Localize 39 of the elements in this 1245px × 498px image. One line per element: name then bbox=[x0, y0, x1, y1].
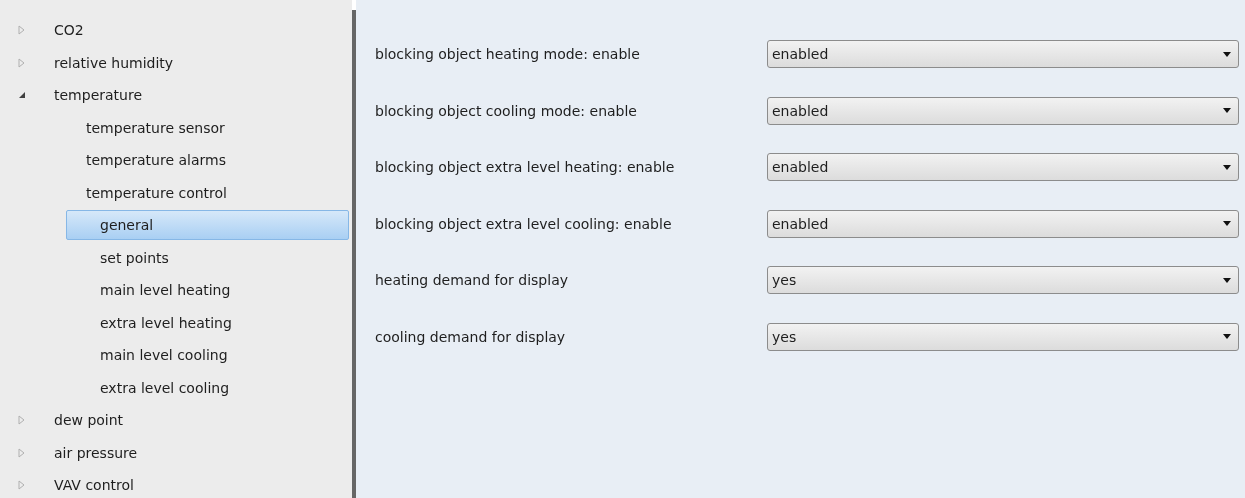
expand-arrow-icon[interactable] bbox=[18, 480, 25, 491]
tree-item[interactable]: temperature sensor bbox=[85, 112, 226, 143]
caret-icon bbox=[1223, 108, 1231, 114]
expand-arrow-icon[interactable] bbox=[18, 447, 25, 458]
dropdown[interactable]: enabled bbox=[767, 209, 1239, 238]
caret-icon bbox=[1223, 51, 1231, 57]
tree-item[interactable]: relative humidity bbox=[53, 47, 175, 78]
caret-icon bbox=[1223, 221, 1231, 227]
dropdown[interactable]: yes bbox=[767, 322, 1239, 351]
setting-label: cooling demand for display bbox=[375, 328, 567, 345]
dropdown[interactable]: yes bbox=[767, 266, 1239, 295]
dropdown[interactable]: enabled bbox=[767, 96, 1239, 125]
setting-label: heating demand for display bbox=[375, 272, 569, 289]
tree-item[interactable]: set points bbox=[66, 242, 349, 273]
dropdown[interactable]: enabled bbox=[767, 40, 1239, 69]
setting-label: blocking object extra level cooling: enable bbox=[375, 215, 673, 232]
caret-icon bbox=[1223, 164, 1231, 170]
tree-item[interactable]: extra level heating bbox=[66, 307, 349, 338]
dropdown[interactable]: enabled bbox=[767, 153, 1239, 182]
expand-arrow-icon[interactable] bbox=[18, 25, 25, 36]
setting-label: blocking object extra level heating: enable bbox=[375, 159, 676, 176]
tree-item[interactable]: temperature alarms bbox=[85, 145, 227, 176]
setting-label: blocking object heating mode: enable bbox=[375, 46, 641, 63]
tree-item[interactable]: air pressure bbox=[53, 437, 139, 468]
tree-item[interactable]: dew point bbox=[53, 405, 125, 436]
tree-item[interactable]: extra level cooling bbox=[66, 372, 349, 403]
tree-item[interactable]: temperature bbox=[53, 80, 143, 111]
expand-arrow-icon[interactable] bbox=[18, 415, 25, 426]
tree-item[interactable]: CO2 bbox=[53, 15, 85, 46]
setting-label: blocking object cooling mode: enable bbox=[375, 102, 638, 119]
tree-item[interactable]: general bbox=[66, 210, 349, 241]
tree-item[interactable]: main level heating bbox=[66, 275, 349, 306]
tree-item[interactable]: temperature control bbox=[85, 177, 228, 208]
tree-item[interactable]: main level cooling bbox=[66, 340, 349, 371]
collapse-arrow-icon[interactable] bbox=[18, 91, 26, 100]
caret-icon bbox=[1223, 334, 1231, 340]
caret-icon bbox=[1223, 277, 1231, 283]
tree-item[interactable]: VAV control bbox=[53, 470, 135, 498]
expand-arrow-icon[interactable] bbox=[18, 57, 25, 68]
